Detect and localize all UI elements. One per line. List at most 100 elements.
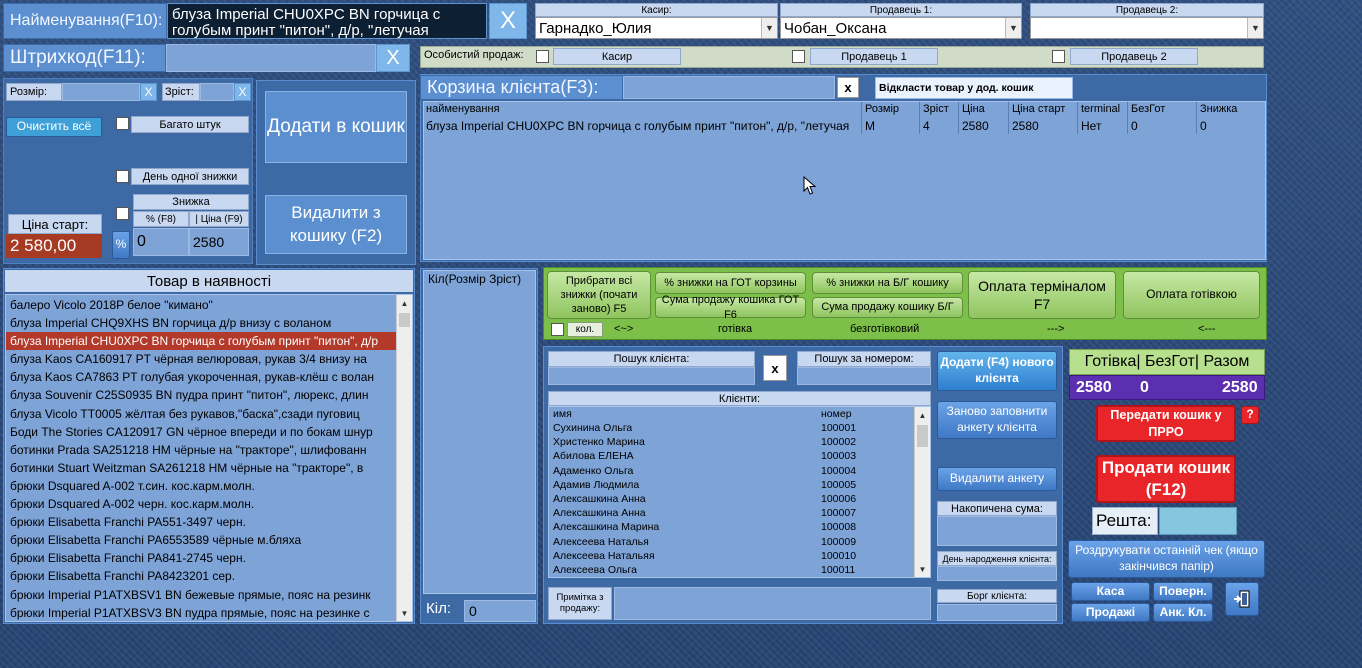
- list-item[interactable]: блуза Imperial CHQ9XHS BN горчица д/р вн…: [6, 314, 412, 332]
- seller1-select[interactable]: Чобан_Оксана ▼: [780, 17, 1022, 39]
- clients-list[interactable]: имя номер Сухинина Ольга 100001 Христенко …: [548, 406, 931, 578]
- sales-button[interactable]: Продажі: [1071, 603, 1150, 622]
- scroll-up-icon[interactable]: ▲: [397, 295, 412, 311]
- qty-input[interactable]: 0: [464, 600, 536, 622]
- list-item[interactable]: ботинки Prada SA251218 HM чёрные на "тра…: [6, 441, 412, 459]
- cashbox-button[interactable]: Каса: [1071, 582, 1150, 601]
- pay-cash-button[interactable]: Оплата готівкою: [1123, 271, 1260, 319]
- list-item[interactable]: брюки Elisabetta Franchi PA551-3497 черн…: [6, 513, 412, 531]
- scroll-up-icon[interactable]: ▲: [915, 407, 930, 423]
- table-row[interactable]: Христенко Марина 100002: [549, 435, 930, 449]
- list-item[interactable]: брюки Imperial P1ATXBSV1 BN бежевые прям…: [6, 586, 412, 604]
- clients-list-header: Клієнти:: [548, 391, 931, 406]
- cashier-select[interactable]: Гарнадко_Юлия ▼: [535, 17, 778, 39]
- scroll-down-icon[interactable]: ▼: [915, 561, 930, 577]
- list-item[interactable]: брюки Elisabetta Franchi PA6553589 чёрны…: [6, 531, 412, 549]
- exit-button[interactable]: [1225, 582, 1259, 616]
- list-item[interactable]: блуза Vicolo TT0005 жёлтая без рукавов,"…: [6, 405, 412, 423]
- table-row[interactable]: Адамив Людмила 100005: [549, 478, 930, 492]
- clear-all-button[interactable]: Очистить всё: [6, 117, 102, 137]
- table-row[interactable]: Алексашкина Марина 100008: [549, 520, 930, 534]
- scroll-thumb[interactable]: [399, 313, 410, 327]
- pay-terminal-button[interactable]: Оплата терміналом F7: [968, 271, 1116, 319]
- remove-from-cart-button[interactable]: Видалити з кошику (F2): [263, 193, 409, 256]
- list-item[interactable]: брюки Dsquared A-002 черн. кос.карм.молн…: [6, 495, 412, 513]
- client-name: Алексашкина Марина: [553, 521, 660, 534]
- barcode-input[interactable]: [166, 44, 376, 72]
- cashier-value: Гарнадко_Юлия: [539, 19, 652, 37]
- special-sale-checkbox[interactable]: [536, 50, 549, 63]
- table-row[interactable]: Сухинина Ольга 100001: [549, 421, 930, 435]
- client-forms-button[interactable]: Анк. Кл.: [1153, 603, 1213, 622]
- sell-cart-button[interactable]: Продати кошик (F12): [1096, 455, 1236, 503]
- list-item[interactable]: блуза Souvenir C25S0935 BN пудра принт "…: [6, 386, 412, 404]
- cart-clear-button[interactable]: x: [837, 77, 859, 98]
- defer-to-extra-cart-button[interactable]: Відкласти товар у дод. кошик: [875, 77, 1073, 99]
- add-client-button[interactable]: Додати (F4) нового клієнта: [937, 351, 1057, 391]
- clients-scrollbar[interactable]: ▲ ▼: [914, 407, 930, 577]
- many-items-checkbox[interactable]: [116, 117, 129, 130]
- discount-pct-input[interactable]: 0: [133, 228, 189, 256]
- seller2-select[interactable]: ▼: [1030, 17, 1264, 39]
- cart-sum-noncash-button[interactable]: Сума продажу кошику Б/Г: [812, 297, 963, 318]
- scroll-thumb[interactable]: [917, 425, 928, 447]
- reprint-last-receipt-button[interactable]: Роздрукувати останній чек (якщо закінчив…: [1068, 540, 1265, 578]
- list-item[interactable]: ботинки Stuart Weitzman SA261218 HM чёрн…: [6, 459, 412, 477]
- size-input[interactable]: [62, 83, 140, 101]
- stock-scrollbar[interactable]: ▲ ▼: [396, 295, 412, 621]
- table-row[interactable]: Алексашкина Анна 100006: [549, 492, 930, 506]
- size-clear-button[interactable]: X: [140, 83, 157, 101]
- table-row[interactable]: Абилова ЕЛЕНА 100003: [549, 449, 930, 463]
- chevron-down-icon[interactable]: ▼: [1247, 18, 1263, 38]
- chevron-down-icon[interactable]: ▼: [1005, 18, 1021, 38]
- cart-client-input[interactable]: [623, 76, 835, 99]
- special-seller1-checkbox[interactable]: [1052, 50, 1065, 63]
- qty-checkbox[interactable]: [551, 323, 564, 336]
- barcode-clear-button[interactable]: X: [376, 44, 410, 72]
- send-to-prro-button[interactable]: Передати кошик у ПРРО: [1096, 405, 1236, 442]
- discount-day-checkbox[interactable]: [116, 170, 129, 183]
- client-search-input[interactable]: [548, 367, 755, 385]
- returns-button[interactable]: Поверн.: [1153, 582, 1213, 601]
- client-search-clear-button[interactable]: x: [763, 355, 787, 381]
- help-button[interactable]: ?: [1241, 406, 1259, 424]
- special-cashier-checkbox[interactable]: [792, 50, 805, 63]
- sale-note-input[interactable]: [614, 587, 931, 620]
- client-number: 100004: [821, 464, 857, 477]
- list-item[interactable]: Боди The Stories CA120917 GN чёрное впер…: [6, 423, 412, 441]
- scroll-down-icon[interactable]: ▼: [397, 605, 412, 621]
- discount-price-input[interactable]: 2580: [189, 228, 249, 256]
- list-item[interactable]: блуза Kaos CA160917 PT чёрная велюровая,…: [6, 350, 412, 368]
- cart-sum-cash-button[interactable]: Сума продажу кошика ГОТ F6: [655, 294, 806, 321]
- remove-all-discounts-button[interactable]: Прибрати всі знижки (почати заново) F5: [547, 271, 651, 319]
- list-item[interactable]: брюки Imperial P1ATXBSV3 BN пудра прямые…: [6, 604, 412, 621]
- height-clear-button[interactable]: X: [234, 83, 251, 101]
- table-row[interactable]: Алексашкина Анна 100007: [549, 506, 930, 520]
- table-row[interactable]: блуза Imperial CHU0XPC BN горчица с голу…: [424, 118, 1265, 134]
- percent-button[interactable]: %: [112, 231, 130, 259]
- table-row[interactable]: Адаменко Ольга 100004: [549, 464, 930, 478]
- stock-list[interactable]: балеро Vicolo 2018P белое "кимано" блуза …: [5, 294, 413, 622]
- table-row[interactable]: Алексеева Натальяя 100010: [549, 549, 930, 563]
- name-clear-button[interactable]: X: [489, 3, 527, 39]
- list-item[interactable]: блуза Imperial CHU0XPC BN горчица с голу…: [6, 332, 412, 351]
- chevron-down-icon[interactable]: ▼: [761, 18, 777, 38]
- height-input[interactable]: [200, 83, 234, 101]
- pct-discount-cash-button[interactable]: % знижки на ГОТ корзины: [655, 272, 806, 294]
- add-to-cart-button[interactable]: Додати в кошик: [263, 89, 409, 165]
- table-row[interactable]: Алексеева Ольга 100011: [549, 563, 930, 577]
- list-item[interactable]: балеро Vicolo 2018P белое "кимано": [6, 296, 412, 314]
- pct-discount-noncash-button[interactable]: % знижки на Б/Г кошику: [812, 272, 963, 294]
- list-item[interactable]: брюки Elisabetta Franchi PA841-2745 черн…: [6, 549, 412, 567]
- name-input[interactable]: блуза Imperial CHU0XPC BN горчица с голу…: [167, 3, 487, 39]
- sizes-list[interactable]: [423, 270, 536, 594]
- discount-checkbox[interactable]: [116, 207, 129, 220]
- list-item[interactable]: блуза Kaos CA7863 PT голубая укороченная…: [6, 368, 412, 386]
- table-row[interactable]: Алексеева Наталья 100009: [549, 535, 930, 549]
- refill-client-form-button[interactable]: Заново заповнити анкету клієнта: [937, 401, 1057, 439]
- list-item[interactable]: брюки Dsquared A-002 т.син. кос.карм.мол…: [6, 477, 412, 495]
- delete-client-form-button[interactable]: Видалити анкету: [937, 467, 1057, 491]
- list-item[interactable]: брюки Elisabetta Franchi PA8423201 сер.: [6, 567, 412, 585]
- cart-col-noncash: БезГот: [1131, 103, 1166, 115]
- client-number-input[interactable]: [797, 367, 931, 385]
